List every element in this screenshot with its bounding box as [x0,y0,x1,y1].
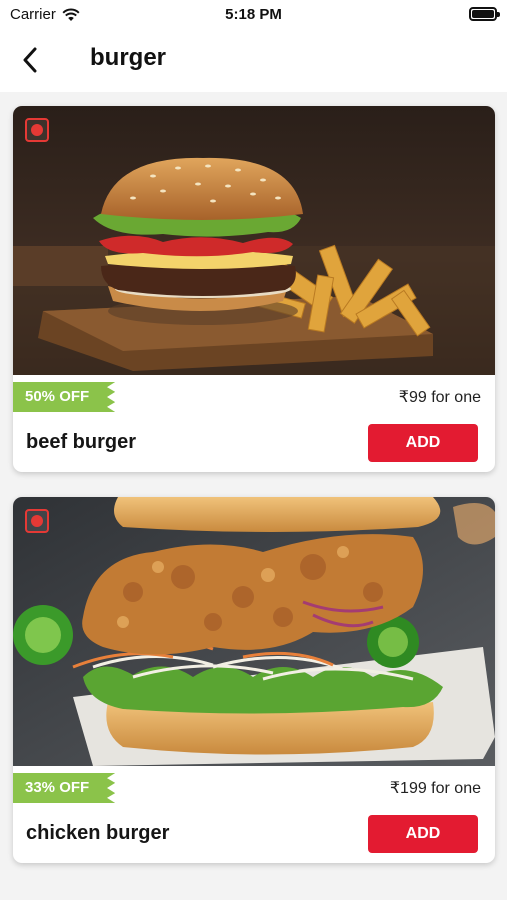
battery-icon [469,7,500,21]
food-photo [13,497,495,766]
price-label: ₹99 for one [398,389,481,406]
item-name: beef burger [26,431,137,453]
add-button[interactable]: ADD [368,815,478,853]
back-button[interactable] [14,44,46,76]
food-type-icon [25,509,49,533]
add-button[interactable]: ADD [368,424,478,462]
menu-item-card[interactable]: 33% OFF ₹199 for one chicken burger ADD [13,497,495,863]
discount-badge: 33% OFF [13,773,116,803]
page-title: burger [90,44,167,71]
status-bar: Carrier 5:18 PM [0,0,507,30]
food-type-icon [25,118,49,142]
chevron-left-icon [23,47,37,73]
food-photo [13,106,495,375]
discount-badge: 50% OFF [13,382,116,412]
item-name: chicken burger [26,822,170,844]
price-label: ₹199 for one [389,780,481,797]
clock: 5:18 PM [225,6,282,23]
nav-bar: burger [0,30,507,92]
menu-item-card[interactable]: 50% OFF ₹99 for one beef burger ADD [13,106,495,472]
